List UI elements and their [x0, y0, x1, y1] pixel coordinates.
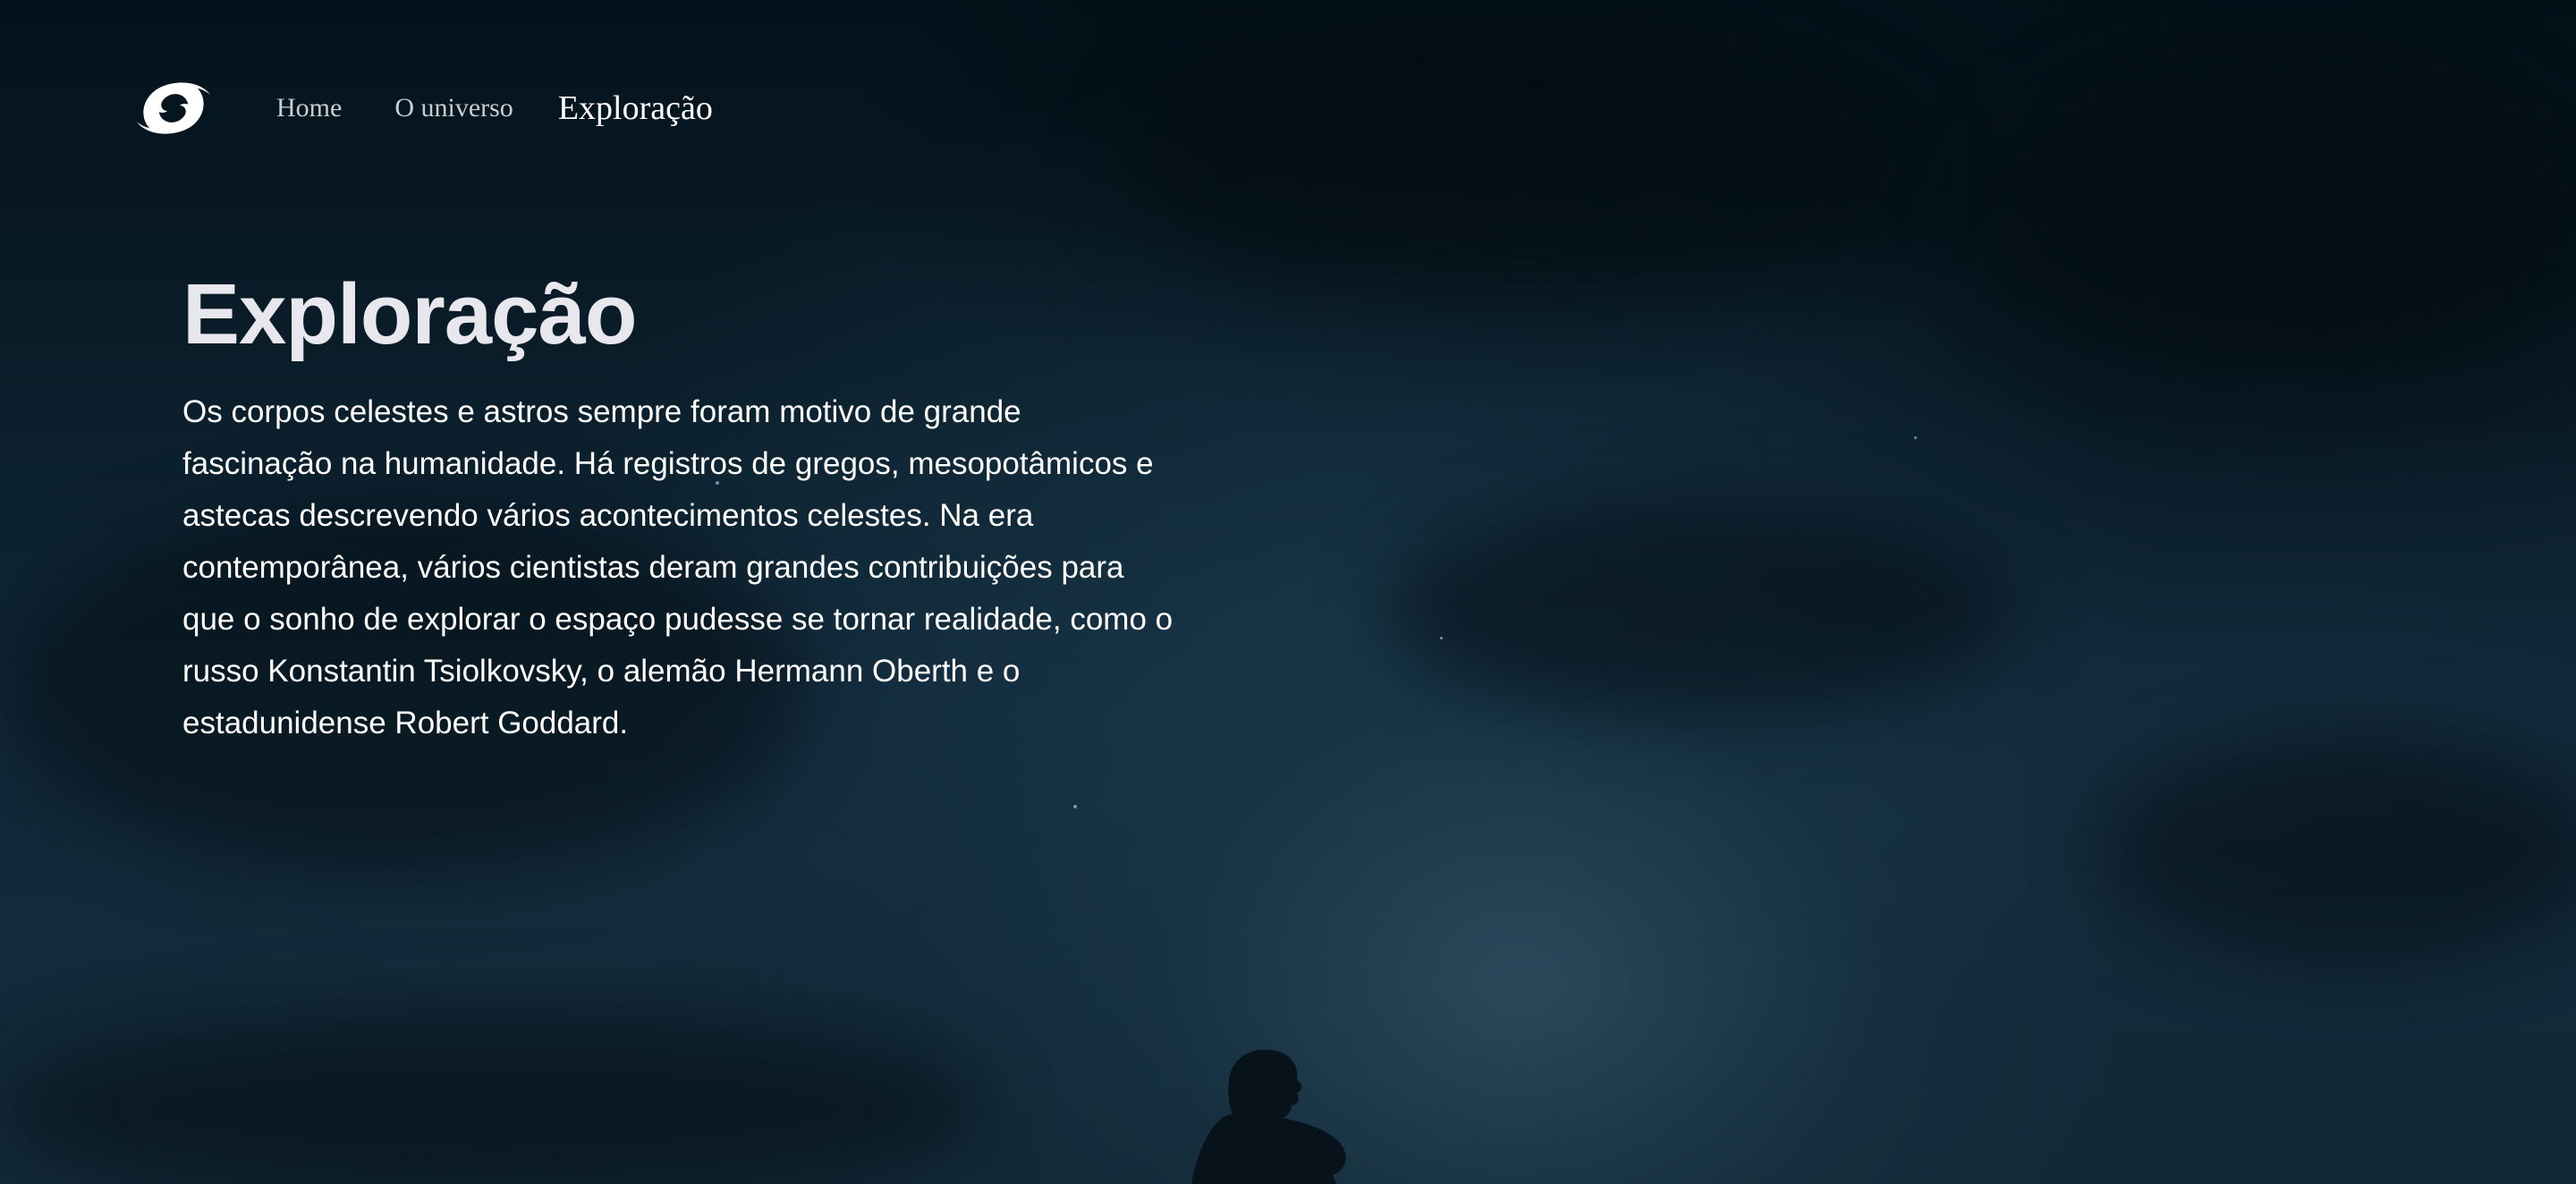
dark-cloud — [1118, 36, 1923, 304]
main-navigation: Home O universo Exploração — [128, 68, 713, 148]
nav-link-home[interactable]: Home — [276, 93, 342, 123]
dark-cloud — [1386, 501, 2012, 715]
star — [1440, 637, 1443, 639]
person-silhouette — [1191, 1049, 1346, 1184]
page-title: Exploração — [182, 266, 638, 362]
hero-content: Exploração Os corpos celestes e astros s… — [182, 259, 1175, 749]
intro-paragraph: Os corpos celestes e astros sempre foram… — [182, 394, 1174, 740]
nav-link-exploration-active[interactable]: Exploração — [558, 89, 713, 128]
dark-cloud — [0, 1011, 984, 1184]
dark-cloud — [2102, 733, 2576, 966]
galaxy-swirl-icon[interactable] — [128, 68, 219, 148]
star — [1914, 436, 1917, 439]
star — [1073, 805, 1077, 808]
dark-cloud — [1968, 54, 2576, 376]
nav-link-universe[interactable]: O universo — [394, 93, 513, 123]
